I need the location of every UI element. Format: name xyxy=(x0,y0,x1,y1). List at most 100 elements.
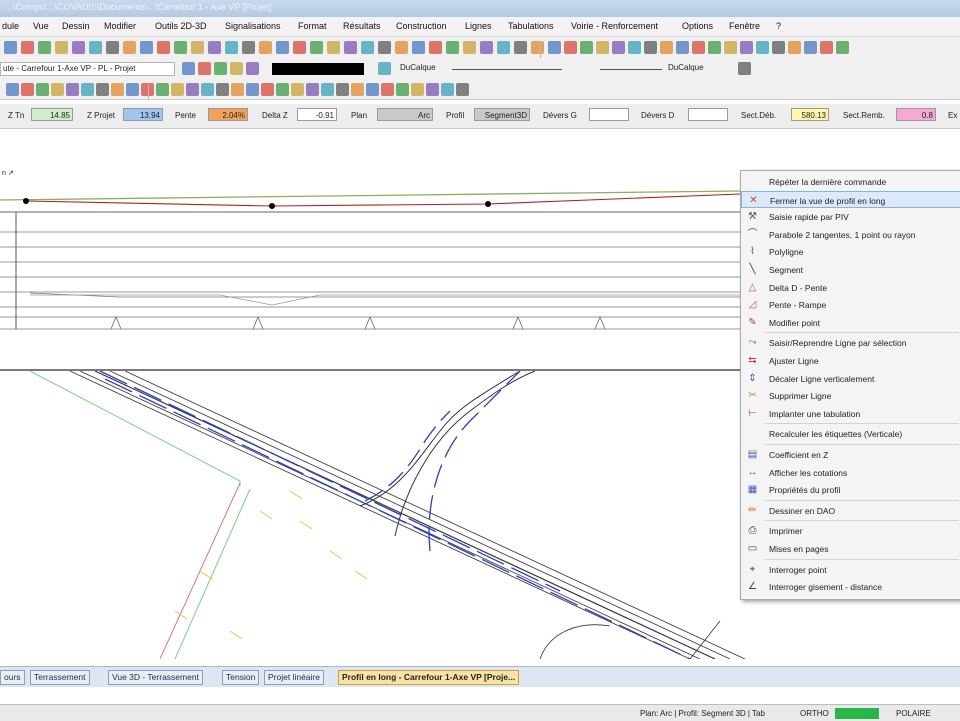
main-tool-47-icon[interactable] xyxy=(788,41,801,54)
ortho-toggle[interactable]: ORTHO xyxy=(800,708,829,719)
profile-tool-27-icon[interactable] xyxy=(411,83,424,96)
main-tool-33-icon[interactable] xyxy=(564,41,577,54)
main-tool-26-icon[interactable] xyxy=(446,41,459,54)
main-tool-14-icon[interactable] xyxy=(242,41,255,54)
main-tool-50-icon[interactable] xyxy=(836,41,849,54)
profile-tool-19-icon[interactable] xyxy=(291,83,304,96)
context-menu-item-17[interactable]: ▦ Propriétés du profil xyxy=(741,481,960,498)
main-tool-0-icon[interactable] xyxy=(4,41,17,54)
layout-tab-2[interactable]: Vue 3D - Terrassement xyxy=(108,670,203,685)
main-tool-18-icon[interactable] xyxy=(310,41,323,54)
context-menu-item-12[interactable]: ✂ Supprimer Ligne xyxy=(741,387,960,404)
context-menu-item-1[interactable]: ✕ Fermer la vue de profil en long xyxy=(741,190,960,208)
main-tool-21-icon[interactable] xyxy=(361,41,374,54)
context-menu-item-19[interactable]: ⎙ Imprimer xyxy=(741,522,960,539)
main-tool-11-icon[interactable] xyxy=(191,41,204,54)
main-tool-36-icon[interactable] xyxy=(612,41,625,54)
profile-tool-1-icon[interactable] xyxy=(21,83,34,96)
main-tool-6-icon[interactable] xyxy=(106,41,119,54)
menu-item-0[interactable]: dule xyxy=(2,21,19,31)
main-tool-29-icon[interactable] xyxy=(497,41,510,54)
context-menu-item-3[interactable]: ⌒ Parabole 2 tangentes, 1 point ou rayon xyxy=(741,226,960,243)
layer-tool-1-icon[interactable] xyxy=(198,62,211,75)
profile-tool-23-icon[interactable] xyxy=(351,83,364,96)
layer-tool-6-icon[interactable] xyxy=(738,62,751,75)
field-value-6[interactable] xyxy=(589,108,629,121)
field-value-0[interactable]: 14.85 xyxy=(31,108,73,121)
main-tool-24-icon[interactable] xyxy=(412,41,425,54)
profile-tool-4-icon[interactable] xyxy=(66,83,79,96)
main-tool-4-icon[interactable] xyxy=(72,41,85,54)
main-tool-32-icon[interactable] xyxy=(548,41,561,54)
profile-tool-16-icon[interactable] xyxy=(246,83,259,96)
context-menu-item-8[interactable]: ✎ Modifier point xyxy=(741,314,960,331)
context-menu-item-11[interactable]: ⇕ Décaler Ligne verticalement xyxy=(741,370,960,387)
main-tool-7-icon[interactable] xyxy=(123,41,136,54)
menu-item-10[interactable]: Tabulations xyxy=(508,21,554,31)
profile-tool-21-icon[interactable] xyxy=(321,83,334,96)
main-tool-34-icon[interactable] xyxy=(580,41,593,54)
main-tool-39-icon[interactable] xyxy=(660,41,673,54)
field-value-1[interactable]: 13.94 xyxy=(123,108,163,121)
profile-tool-3-icon[interactable] xyxy=(51,83,64,96)
main-tool-13-icon[interactable] xyxy=(225,41,238,54)
main-tool-3-icon[interactable] xyxy=(55,41,68,54)
field-value-9[interactable]: 0.8 xyxy=(896,108,936,121)
main-tool-41-icon[interactable] xyxy=(692,41,705,54)
context-menu-item-5[interactable]: ╲ Segment xyxy=(741,261,960,278)
main-tool-40-icon[interactable] xyxy=(676,41,689,54)
profile-tool-29-icon[interactable] xyxy=(441,83,454,96)
context-menu-item-4[interactable]: ⌇ Polyligne xyxy=(741,243,960,260)
profile-tool-26-icon[interactable] xyxy=(396,83,409,96)
main-tool-31-icon[interactable] xyxy=(531,41,544,54)
main-tool-46-icon[interactable] xyxy=(772,41,785,54)
menu-item-1[interactable]: Vue xyxy=(33,21,49,31)
context-menu-item-20[interactable]: ▭ Mises en pages xyxy=(741,540,960,557)
profile-tool-22-icon[interactable] xyxy=(336,83,349,96)
menu-item-7[interactable]: Résultats xyxy=(343,21,381,31)
profile-selector[interactable]: ute - Carrefour 1-Axe VP - PL - Projet xyxy=(0,62,175,76)
profile-tool-7-icon[interactable] xyxy=(111,83,124,96)
menu-item-13[interactable]: Fenêtre xyxy=(729,21,760,31)
main-tool-19-icon[interactable] xyxy=(327,41,340,54)
context-menu-item-16[interactable]: ↔ Afficher les cotations xyxy=(741,464,960,481)
context-menu-item-15[interactable]: ▤ Coefficient en Z xyxy=(741,446,960,463)
profile-tool-25-icon[interactable] xyxy=(381,83,394,96)
context-menu-item-7[interactable]: ◿ Pente - Rampe xyxy=(741,296,960,313)
menu-item-8[interactable]: Construction xyxy=(396,21,447,31)
profile-tool-30-icon[interactable] xyxy=(456,83,469,96)
profile-tool-14-icon[interactable] xyxy=(216,83,229,96)
main-tool-25-icon[interactable] xyxy=(429,41,442,54)
field-value-3[interactable]: -0.91 xyxy=(297,108,337,121)
layer-tool-4-icon[interactable] xyxy=(246,62,259,75)
layout-tab-5[interactable]: Profil en long - Carrefour 1-Axe VP [Pro… xyxy=(338,670,520,685)
profile-tool-15-icon[interactable] xyxy=(231,83,244,96)
main-tool-48-icon[interactable] xyxy=(804,41,817,54)
profile-tool-8-icon[interactable] xyxy=(126,83,139,96)
polaire-toggle[interactable]: POLAIRE xyxy=(896,708,931,719)
main-tool-28-icon[interactable] xyxy=(480,41,493,54)
profile-tool-18-icon[interactable] xyxy=(276,83,289,96)
context-menu-item-9[interactable]: ⤳ Saisir/Reprendre Ligne par sélection xyxy=(741,334,960,351)
layout-tab-4[interactable]: Projet linéaire xyxy=(264,670,324,685)
menu-item-5[interactable]: Signalisations xyxy=(225,21,281,31)
main-tool-17-icon[interactable] xyxy=(293,41,306,54)
menu-item-4[interactable]: Outils 2D-3D xyxy=(155,21,207,31)
layer-combo-right[interactable]: DuCalque xyxy=(600,62,726,76)
main-tool-30-icon[interactable] xyxy=(514,41,527,54)
layout-tab-1[interactable]: Terrassement xyxy=(30,670,90,685)
menu-item-9[interactable]: Lignes xyxy=(465,21,492,31)
profile-tool-6-icon[interactable] xyxy=(96,83,109,96)
main-tool-23-icon[interactable] xyxy=(395,41,408,54)
context-menu-item-2[interactable]: ⚒ Saisie rapide par PIV xyxy=(741,208,960,225)
context-menu-item-13[interactable]: ⊢ Implanter une tabulation xyxy=(741,405,960,422)
layer-tool-0-icon[interactable] xyxy=(182,62,195,75)
profile-tool-28-icon[interactable] xyxy=(426,83,439,96)
layer-tool-5-icon[interactable] xyxy=(378,62,391,75)
profile-tool-20-icon[interactable] xyxy=(306,83,319,96)
profile-tool-10-icon[interactable] xyxy=(156,83,169,96)
main-tool-38-icon[interactable] xyxy=(644,41,657,54)
context-menu-item-18[interactable]: ✏ Dessiner en DAO xyxy=(741,502,960,519)
main-tool-35-icon[interactable] xyxy=(596,41,609,54)
profile-tool-2-icon[interactable] xyxy=(36,83,49,96)
